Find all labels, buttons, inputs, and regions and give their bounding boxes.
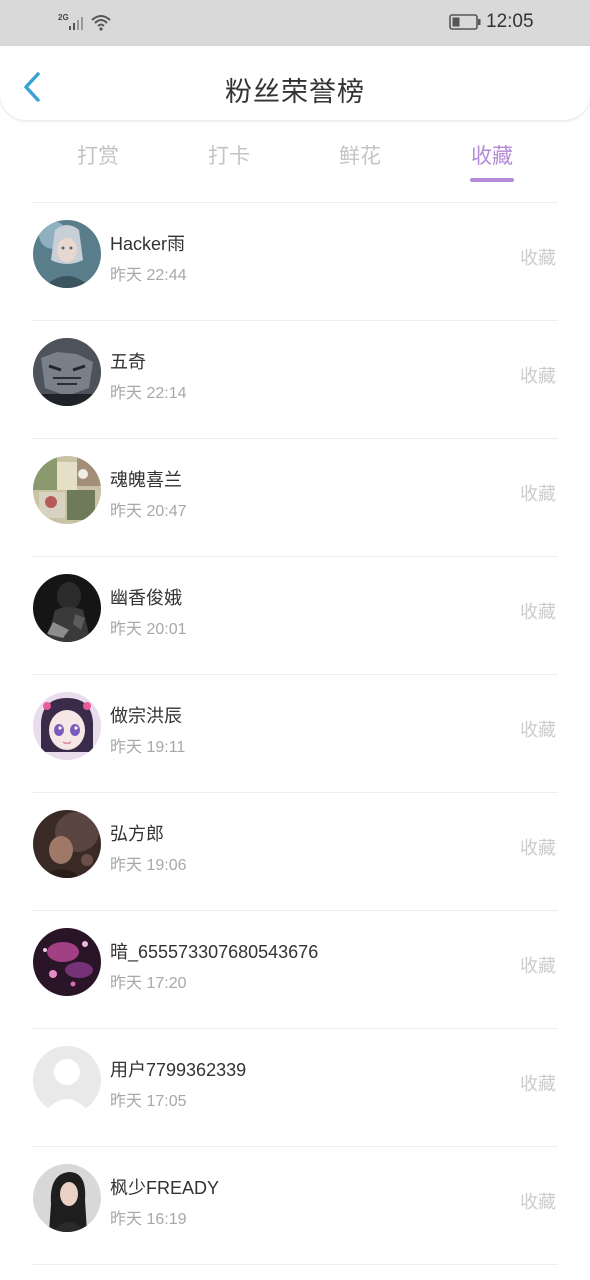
favorite-label: 收藏 [520, 1192, 556, 1213]
fan-time: 昨天 20:47 [110, 503, 187, 520]
default-user-icon [33, 1046, 101, 1114]
fan-time: 昨天 16:19 [110, 1211, 187, 1228]
list-item[interactable]: 弘方郎 昨天 19:06 收藏 [0, 792, 590, 910]
tab-flowers[interactable]: 鲜花 [325, 140, 395, 170]
fan-time: 昨天 19:06 [110, 857, 187, 874]
list-item[interactable]: 做宗洪辰 昨天 19:11 收藏 [0, 674, 590, 792]
list-item[interactable]: 暗_655573307680543676 昨天 17:20 收藏 [0, 910, 590, 1028]
fan-time: 昨天 17:20 [110, 975, 187, 992]
avatar [33, 810, 101, 878]
fan-name: 五奇 [110, 352, 146, 372]
tab-reward[interactable]: 打赏 [63, 140, 133, 170]
fan-name: 弘方郎 [110, 824, 164, 844]
list-item[interactable]: 魂魄喜兰 昨天 20:47 收藏 [0, 438, 590, 556]
fan-name: 暗_655573307680543676 [110, 942, 319, 962]
fan-list: Hacker雨 昨天 22:44 收藏 五奇 昨天 22:14 收藏 魂魄喜兰 [0, 202, 590, 1264]
favorite-label: 收藏 [520, 838, 556, 859]
avatar [33, 574, 101, 642]
list-item[interactable]: 枫少FREADY 昨天 16:19 收藏 [0, 1146, 590, 1264]
list-item[interactable]: Hacker雨 昨天 22:44 收藏 [0, 202, 590, 320]
fan-name: Hacker雨 [110, 234, 186, 254]
fan-name: 枫少FREADY [110, 1178, 220, 1198]
page-title: 粉丝荣誉榜 [225, 77, 365, 108]
fan-time: 昨天 22:44 [110, 267, 187, 284]
fan-name: 做宗洪辰 [110, 706, 182, 726]
fan-name: 用户7799362339 [110, 1060, 247, 1080]
header: 粉丝荣誉榜 [0, 46, 590, 120]
avatar [33, 928, 101, 996]
avatar [33, 692, 101, 760]
favorite-label: 收藏 [520, 366, 556, 387]
status-time: 12:05 [486, 11, 534, 32]
fan-time: 昨天 20:01 [110, 621, 187, 638]
list-item[interactable]: 五奇 昨天 22:14 收藏 [0, 320, 590, 438]
status-bar: 2G 12:05 [0, 0, 590, 46]
favorite-label: 收藏 [520, 956, 556, 977]
favorite-label: 收藏 [520, 248, 556, 269]
avatar [33, 338, 101, 406]
avatar [33, 1164, 101, 1232]
fan-time: 昨天 19:11 [110, 739, 186, 756]
favorite-label: 收藏 [520, 1074, 556, 1095]
list-item[interactable]: 幽香俊娥 昨天 20:01 收藏 [0, 556, 590, 674]
active-tab-indicator [470, 178, 514, 182]
tab-checkin[interactable]: 打卡 [194, 140, 264, 170]
tab-favorites[interactable]: 收藏 [457, 140, 527, 170]
favorite-label: 收藏 [520, 602, 556, 623]
fan-name: 魂魄喜兰 [110, 470, 182, 490]
fan-time: 昨天 17:05 [110, 1093, 187, 1110]
favorite-label: 收藏 [520, 720, 556, 741]
avatar [33, 456, 101, 524]
list-item[interactable]: 用户7799362339 昨天 17:05 收藏 [0, 1028, 590, 1146]
divider [32, 1264, 558, 1265]
wifi-icon [91, 15, 111, 31]
fan-time: 昨天 22:14 [110, 385, 187, 402]
network-type-label: 2G [58, 13, 69, 22]
favorite-label: 收藏 [520, 484, 556, 505]
fan-name: 幽香俊娥 [110, 588, 182, 608]
cellular-signal-icon: 2G [58, 13, 83, 30]
avatar [33, 220, 101, 288]
battery-icon [449, 14, 481, 30]
